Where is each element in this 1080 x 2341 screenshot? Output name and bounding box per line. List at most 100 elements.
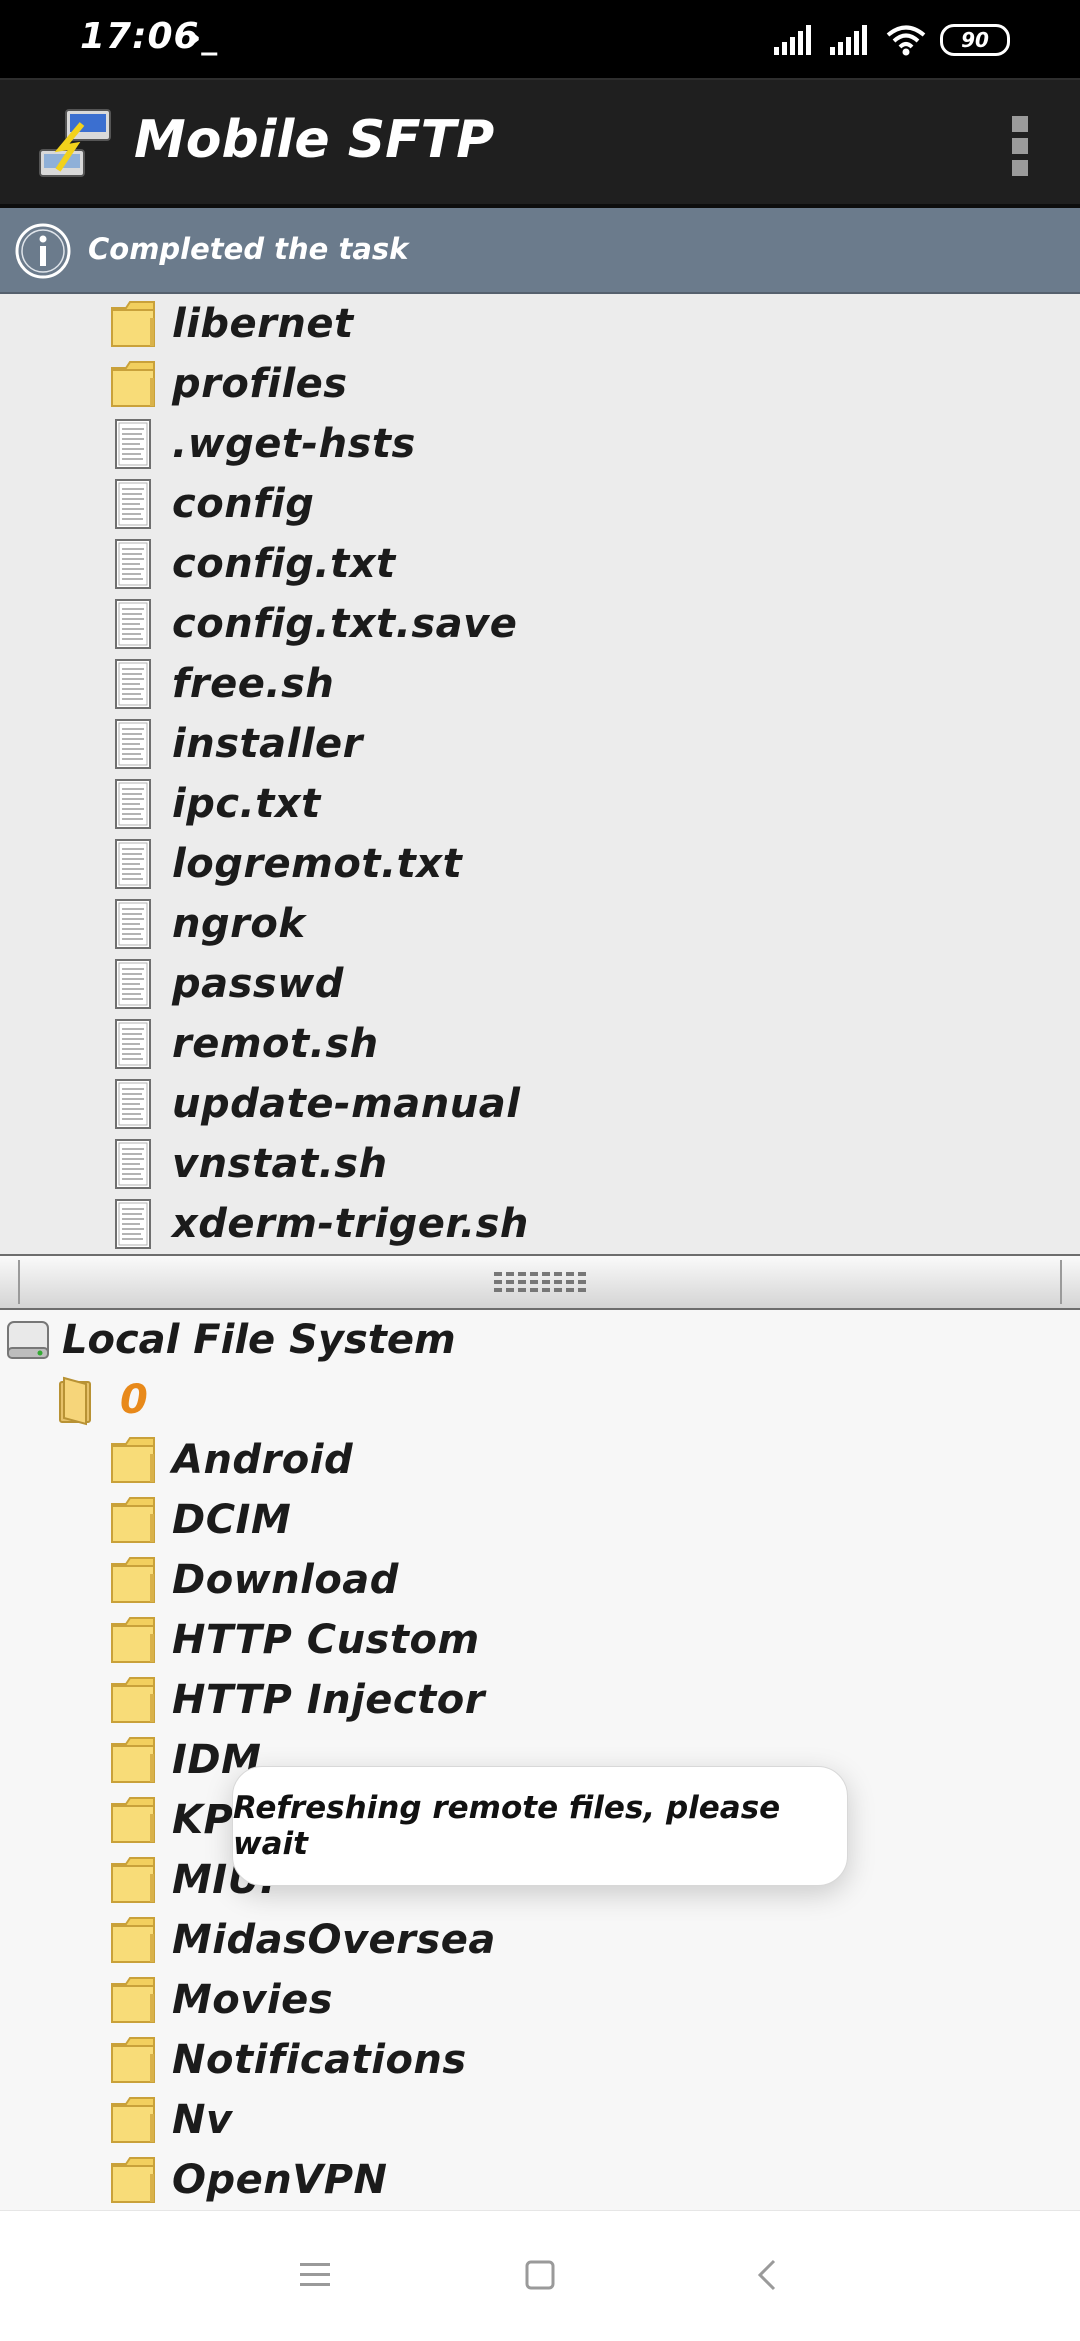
local-item-row[interactable]: Nv [0,2090,1080,2150]
local-root-label: Local File System [62,1317,456,1363]
remote-item-name: libernet [172,301,354,347]
local-item-row[interactable]: Movies [0,1970,1080,2030]
local-file-list: Local File System 0 Android DCIM Download H… [0,1310,1080,2210]
remote-item-row[interactable]: passwd [0,954,1080,1014]
local-item-name: OpenVPN [172,2157,388,2203]
folder-zero[interactable]: 0 [0,1370,1080,1430]
local-item-row[interactable]: Download [0,1550,1080,1610]
battery-icon: 90 [940,24,1010,56]
local-item-row[interactable]: HTTP Injector [0,1670,1080,1730]
toast-text: Refreshing remote files, please wait [233,1790,781,1862]
local-item-row[interactable]: HTTP Custom [0,1610,1080,1670]
remote-item-row[interactable]: ipc.txt [0,774,1080,834]
remote-item-row[interactable]: .wget-hsts [0,414,1080,474]
local-file-system-root[interactable]: Local File System [0,1310,1080,1370]
text-file-icon [115,1079,151,1129]
remote-item-name: profiles [172,361,348,407]
status-icons: 90 [774,18,1010,62]
folder-zero-label: 0 [120,1377,149,1423]
text-file-icon [115,479,151,529]
refresh-toast: Refreshing remote files, please wait [232,1766,848,1886]
app-bar: Mobile SFTP [0,78,1080,208]
remote-item-row[interactable]: config [0,474,1080,534]
remote-item-name: vnstat.sh [172,1141,388,1187]
folder-icon [111,1557,155,1603]
folder-icon [111,1797,155,1843]
back-chevron-icon[interactable] [746,2253,790,2297]
remote-item-row[interactable]: config.txt [0,534,1080,594]
folder-icon [111,361,155,407]
remote-item-name: installer [172,721,363,767]
local-item-name: DCIM [172,1497,292,1543]
local-item-name: HTTP Injector [172,1677,485,1723]
remote-item-name: .wget-hsts [172,421,416,467]
open-folder-icon [59,1376,91,1426]
local-item-row[interactable]: DCIM [0,1490,1080,1550]
system-nav-bar [0,2210,1080,2341]
folder-icon [111,1617,155,1663]
local-item-name: Download [172,1557,399,1603]
text-file-icon [115,1019,151,1069]
terminal-notification-icon: ›_ [188,18,218,56]
signal-icon [774,25,811,55]
remote-item-row[interactable]: remot.sh [0,1014,1080,1074]
pane-splitter[interactable] [0,1254,1080,1310]
folder-icon [111,2037,155,2083]
remote-item-name: remot.sh [172,1021,379,1067]
status-bar: 17:06 ›_ 90 [0,0,1080,78]
remote-item-name: free.sh [172,661,335,707]
local-item-name: Notifications [172,2037,467,2083]
local-item-row[interactable]: OpenVPN [0,2150,1080,2210]
recents-menu-icon[interactable] [294,2253,338,2297]
remote-item-row[interactable]: xderm-triger.sh [0,1194,1080,1254]
remote-item-name: config [172,481,315,527]
folder-icon [111,301,155,347]
text-file-icon [115,539,151,589]
remote-item-name: config.txt [172,541,396,587]
grip-handle-icon [494,1272,586,1292]
notice-bar: Completed the task [0,208,1080,294]
wifi-icon [886,25,926,56]
battery-level: 90 [961,28,989,52]
folder-icon [111,2097,155,2143]
text-file-icon [115,1139,151,1189]
overflow-menu-button[interactable] [1008,116,1032,176]
remote-item-row[interactable]: ngrok [0,894,1080,954]
remote-item-name: ngrok [172,901,306,947]
folder-icon [111,2157,155,2203]
remote-item-row[interactable]: libernet [0,294,1080,354]
app-title: Mobile SFTP [134,110,495,170]
remote-item-name: logremot.txt [172,841,463,887]
folder-icon [111,1497,155,1543]
folder-icon [111,1857,155,1903]
remote-item-row[interactable]: config.txt.save [0,594,1080,654]
remote-item-row[interactable]: installer [0,714,1080,774]
remote-item-row[interactable]: update-manual [0,1074,1080,1134]
remote-item-name: passwd [172,961,344,1007]
home-square-icon[interactable] [518,2253,562,2297]
text-file-icon [115,719,151,769]
remote-item-name: update-manual [172,1081,521,1127]
signal-icon [830,25,867,55]
folder-icon [111,1917,155,1963]
folder-icon [111,1677,155,1723]
text-file-icon [115,599,151,649]
remote-item-name: xderm-triger.sh [172,1201,529,1247]
text-file-icon [115,899,151,949]
local-item-name: Movies [172,1977,334,2023]
local-item-row[interactable]: Android [0,1430,1080,1490]
text-file-icon [115,1199,151,1249]
local-item-name: MidasOversea [172,1917,496,1963]
remote-item-row[interactable]: vnstat.sh [0,1134,1080,1194]
text-file-icon [115,779,151,829]
local-item-row[interactable]: Notifications [0,2030,1080,2090]
remote-item-name: ipc.txt [172,781,321,827]
text-file-icon [115,959,151,1009]
remote-item-row[interactable]: logremot.txt [0,834,1080,894]
remote-item-name: config.txt.save [172,601,518,647]
remote-item-row[interactable]: free.sh [0,654,1080,714]
remote-item-row[interactable]: profiles [0,354,1080,414]
local-item-row[interactable]: MidasOversea [0,1910,1080,1970]
folder-icon [111,1737,155,1783]
local-item-name: Android [172,1437,354,1483]
